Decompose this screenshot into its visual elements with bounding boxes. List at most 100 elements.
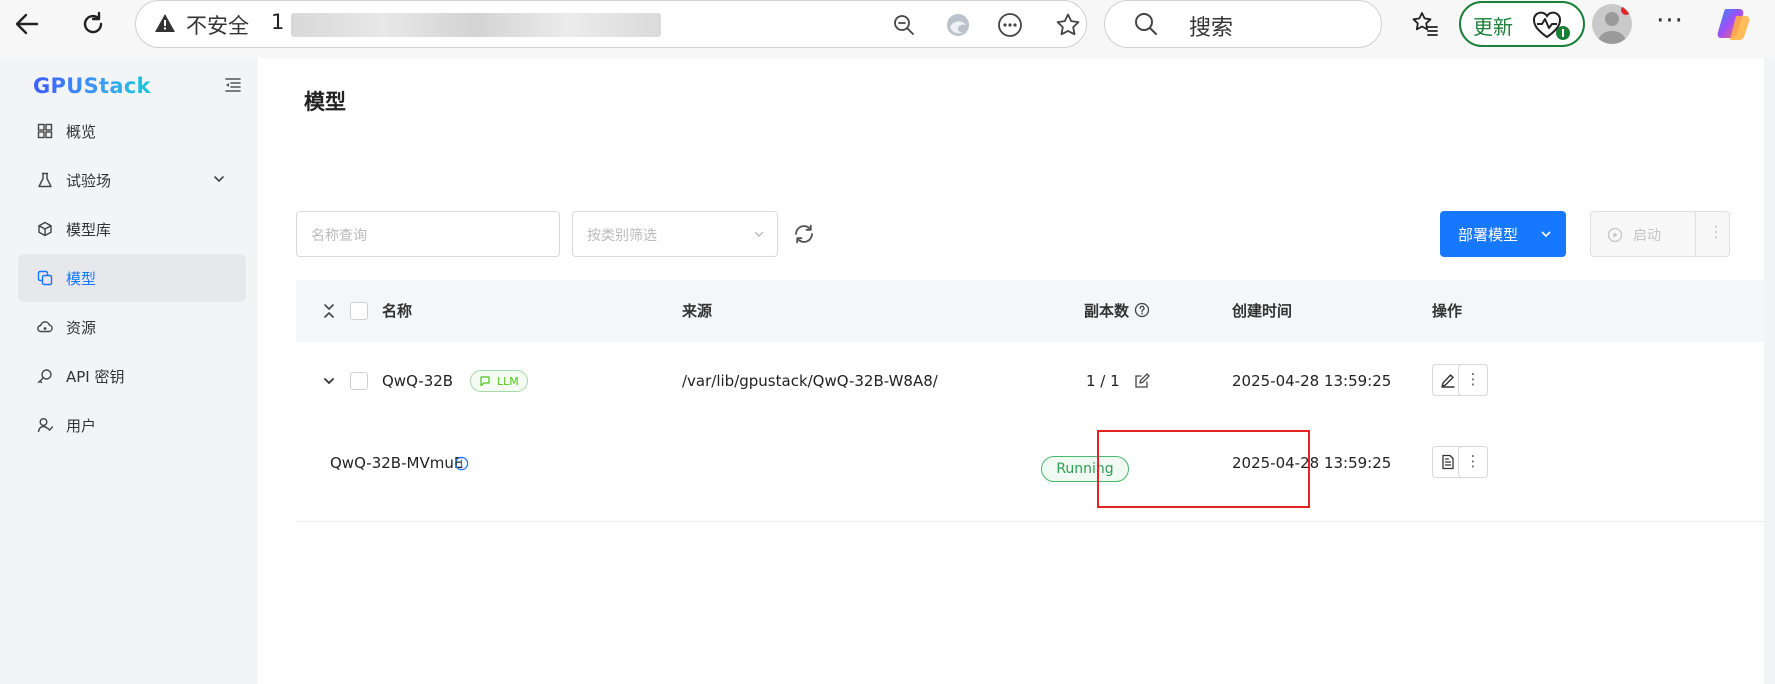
back-button[interactable] xyxy=(4,4,50,44)
column-header-name[interactable]: 名称 xyxy=(382,300,412,321)
copilot-button[interactable] xyxy=(1714,4,1754,44)
category-filter-placeholder: 按类别筛选 xyxy=(587,228,657,244)
url-redacted xyxy=(291,13,661,37)
name-search-input[interactable]: 名称查询 xyxy=(296,211,560,257)
favorites-icon xyxy=(1412,12,1438,36)
chevron-down-icon xyxy=(1541,231,1551,238)
table-row: QwQ-32B LLM /var/lib/gpustack/QwQ-32B-W8… xyxy=(296,342,1764,420)
chevron-down-icon xyxy=(754,231,764,237)
main-content: 模型 名称查询 按类别筛选 部署模型 启动 ⋮ 名称 来源 副本数 创建时间 操… xyxy=(258,58,1764,684)
edit-replicas-icon[interactable] xyxy=(1134,373,1150,389)
zoom-out-icon xyxy=(894,15,914,35)
sidebar-item-label: API 密钥 xyxy=(66,367,125,386)
reload-button[interactable] xyxy=(70,4,116,44)
security-label: 不安全 xyxy=(186,14,249,38)
zoom-out-button[interactable] xyxy=(888,9,920,41)
key-icon xyxy=(36,367,54,385)
edge-icon xyxy=(947,14,969,36)
sidebar-item-model-catalog[interactable]: 模型库 xyxy=(18,205,246,253)
batch-more-button[interactable]: ⋮ xyxy=(1708,222,1724,241)
copilot-icon xyxy=(1717,9,1750,40)
favorite-button[interactable] xyxy=(1052,9,1084,41)
column-header-replicas: 副本数 xyxy=(1084,302,1130,320)
sidebar-item-models[interactable]: 模型 xyxy=(18,254,246,302)
star-icon xyxy=(1056,13,1080,36)
search-placeholder: 搜索 xyxy=(1189,16,1234,41)
sidebar: GPUStack 概览 试验场 模型库 模型 资源 API 密钥 用户 xyxy=(0,58,258,684)
instance-row: QwQ-32B-MVmuE Running 2025-04-28 13:59:2… xyxy=(296,420,1764,518)
replica-count: 1 / 1 xyxy=(1086,372,1120,390)
deploy-model-button[interactable]: 部署模型 xyxy=(1440,211,1566,257)
name-search-placeholder: 名称查询 xyxy=(311,228,367,244)
model-icon xyxy=(36,269,54,287)
edit-icon xyxy=(1441,374,1455,388)
created-time: 2025-04-28 13:59:25 xyxy=(1232,372,1392,390)
ellipsis-circle-icon xyxy=(998,13,1022,37)
sidebar-item-label: 模型库 xyxy=(66,220,112,239)
model-name[interactable]: QwQ-32B xyxy=(382,372,453,390)
expand-all-icon[interactable] xyxy=(322,302,336,320)
flask-icon xyxy=(36,171,54,189)
reload-icon xyxy=(83,11,103,34)
sidebar-item-api-keys[interactable]: API 密钥 xyxy=(18,352,246,400)
logs-icon xyxy=(1442,454,1454,470)
sidebar-item-label: 概览 xyxy=(66,122,97,141)
sidebar-item-playground[interactable]: 试验场 xyxy=(18,156,246,204)
row-divider xyxy=(296,521,1764,522)
chevron-down-icon xyxy=(214,176,224,183)
refresh-icon[interactable] xyxy=(792,222,816,246)
start-button-group[interactable]: 启动 ⋮ xyxy=(1590,211,1730,257)
back-arrow-icon xyxy=(15,13,39,35)
sidebar-item-label: 模型 xyxy=(66,269,97,288)
edge-extension-button[interactable] xyxy=(942,9,974,41)
llm-tag-label: LLM xyxy=(497,374,519,388)
model-more-actions-button[interactable]: ⋮ xyxy=(1458,364,1488,396)
browser-toolbar: 不安全 1 搜索 更新 ··· xyxy=(0,0,1775,58)
sidebar-item-label: 用户 xyxy=(66,416,97,435)
deploy-model-label: 部署模型 xyxy=(1458,226,1519,244)
cube-icon xyxy=(36,220,54,238)
sidebar-item-users[interactable]: 用户 xyxy=(18,401,246,449)
browser-search-box[interactable]: 搜索 xyxy=(1104,0,1382,48)
model-source: /var/lib/gpustack/QwQ-32B-W8A8/ xyxy=(682,372,938,390)
play-circle-icon xyxy=(1607,227,1623,243)
notification-dot xyxy=(1621,5,1631,15)
page-title: 模型 xyxy=(304,90,346,114)
highlight-box xyxy=(1097,430,1310,508)
favorites-list-button[interactable] xyxy=(1402,4,1448,44)
table-header: 名称 来源 副本数 创建时间 操作 xyxy=(296,280,1764,342)
dashboard-icon xyxy=(36,122,54,140)
button-divider xyxy=(1695,212,1696,256)
search-icon xyxy=(1135,13,1157,35)
health-icon xyxy=(1533,11,1570,40)
browser-menu-button[interactable]: ··· xyxy=(1650,4,1690,44)
cloud-icon xyxy=(36,318,54,336)
help-icon[interactable] xyxy=(1134,302,1150,318)
start-label: 启动 xyxy=(1633,228,1661,244)
column-header-source: 来源 xyxy=(682,302,713,320)
gpustack-logo[interactable]: GPUStack xyxy=(33,74,151,98)
address-bar[interactable]: 不安全 1 xyxy=(135,0,1157,48)
update-label: 更新 xyxy=(1473,15,1513,39)
update-button[interactable]: 更新 xyxy=(1459,1,1585,47)
column-header-actions: 操作 xyxy=(1432,302,1463,320)
page-actions-button[interactable] xyxy=(994,9,1026,41)
row-checkbox[interactable] xyxy=(350,372,368,390)
chevron-down-icon[interactable] xyxy=(322,374,336,388)
sidebar-item-resources[interactable]: 资源 xyxy=(18,303,246,351)
sidebar-item-label: 资源 xyxy=(66,318,97,337)
instance-more-actions-button[interactable]: ⋮ xyxy=(1458,446,1488,478)
profile-avatar[interactable] xyxy=(1592,4,1632,44)
select-all-checkbox[interactable] xyxy=(350,302,368,320)
warning-icon xyxy=(155,14,175,32)
collapse-menu-icon[interactable] xyxy=(224,76,242,94)
info-icon[interactable] xyxy=(454,456,469,471)
sidebar-item-label: 试验场 xyxy=(66,171,112,190)
column-header-created[interactable]: 创建时间 xyxy=(1232,300,1292,321)
category-filter-select[interactable]: 按类别筛选 xyxy=(572,211,778,257)
chat-icon xyxy=(480,376,490,387)
user-icon xyxy=(36,416,54,434)
llm-tag: LLM xyxy=(470,370,528,392)
instance-name: QwQ-32B-MVmuE xyxy=(330,454,464,472)
sidebar-item-overview[interactable]: 概览 xyxy=(18,107,246,155)
